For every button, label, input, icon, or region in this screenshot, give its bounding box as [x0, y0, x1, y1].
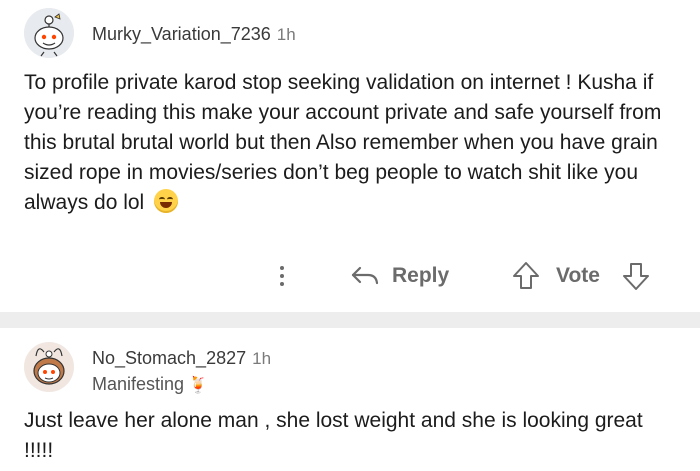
reply-button[interactable]: Reply: [350, 258, 449, 294]
upvote-arrow-icon: [513, 262, 539, 289]
downvote-button[interactable]: [620, 260, 652, 292]
username[interactable]: Murky_Variation_7236: [92, 24, 271, 44]
comment-body: To profile private karod stop seeking va…: [24, 68, 674, 218]
snoo-avatar-icon: [24, 8, 74, 58]
upvote-button[interactable]: [510, 260, 542, 292]
comment-text: Just leave her alone man , she lost weig…: [24, 409, 643, 462]
timestamp: 1h: [252, 349, 272, 368]
reply-label: Reply: [392, 264, 450, 287]
comment-author-row: Murky_Variation_7236 1h: [92, 24, 296, 45]
comment: Murky_Variation_7236 1h To profile privat…: [0, 0, 700, 312]
drink-icon: 🍹: [188, 377, 208, 394]
user-avatar[interactable]: [24, 342, 74, 392]
username[interactable]: No_Stomach_2827: [92, 348, 246, 368]
comment-thread: Murky_Variation_7236 1h To profile privat…: [0, 0, 700, 471]
vote-label: Vote: [556, 264, 600, 287]
comment-divider: [0, 312, 700, 328]
reply-arrow-icon: [351, 266, 379, 285]
more-options-icon: [280, 266, 284, 270]
comment-action-bar: Reply Vote: [0, 256, 700, 296]
comment-author-row: No_Stomach_2827 1h: [92, 348, 271, 369]
timestamp: 1h: [276, 25, 296, 44]
more-options-button[interactable]: [268, 258, 296, 294]
comment-body: Just leave her alone man , she lost weig…: [24, 406, 674, 466]
snoo-avatar-icon: [24, 342, 74, 392]
grinning-sweat-emoji-icon: [154, 189, 179, 213]
more-options-dot: [280, 282, 284, 286]
comment-text: To profile private karod stop seeking va…: [24, 71, 662, 214]
user-avatar[interactable]: [24, 8, 74, 58]
user-flair: Manifesting 🍹: [92, 374, 208, 395]
downvote-arrow-icon: [623, 263, 649, 290]
flair-text: Manifesting: [92, 374, 185, 394]
more-options-dot: [280, 274, 284, 278]
comment: No_Stomach_2827 1h Manifesting 🍹 Just leav…: [0, 328, 700, 471]
